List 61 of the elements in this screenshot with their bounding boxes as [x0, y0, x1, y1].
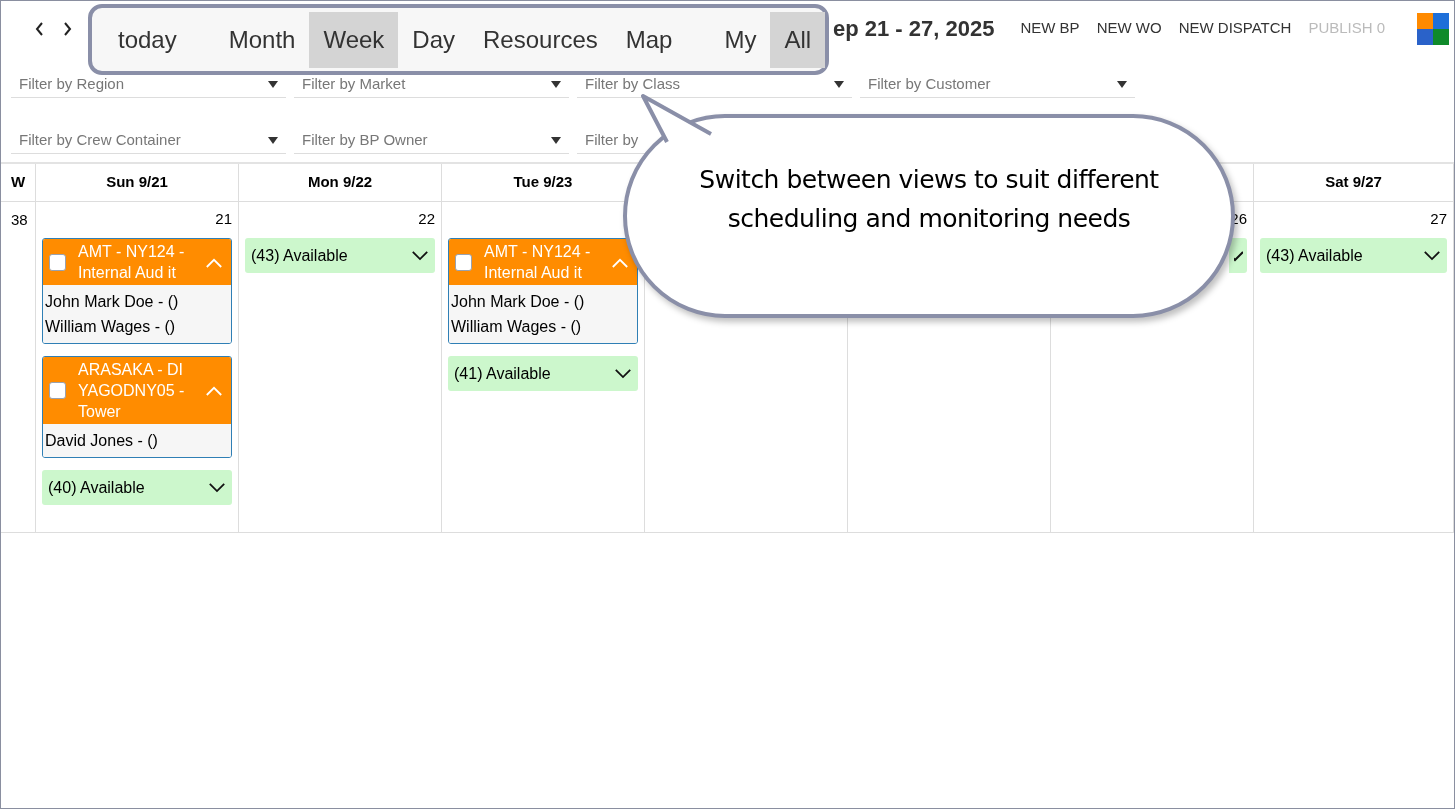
column-header: Mon 9/22 — [239, 164, 442, 202]
event-title: ARASAKA - DI YAGODNY05 - Tower — [77, 360, 186, 422]
column-header: Sun 9/21 — [36, 164, 239, 202]
available-label: (43) Available — [251, 245, 348, 266]
available-label: (40) Available — [48, 477, 145, 498]
available-bar[interactable] — [1229, 238, 1247, 273]
event-card[interactable]: ARASAKA - DI YAGODNY05 - Tower David Jones - () — [42, 356, 232, 458]
view-tab[interactable]: My — [710, 11, 771, 68]
filter-dropdown[interactable]: Filter by Crew Container — [11, 130, 286, 154]
dropdown-caret-icon — [834, 80, 844, 88]
dropdown-caret-icon — [1117, 80, 1127, 88]
crew-member: David Jones - () — [45, 431, 159, 451]
crew-member: William Wages - () — [451, 317, 583, 337]
checkbox[interactable] — [49, 253, 66, 271]
available-bar[interactable]: (41) Available — [448, 356, 638, 391]
date-range-title: ep 21 - 27, 2025 — [833, 15, 995, 43]
chevron-down-icon[interactable] — [411, 250, 429, 261]
dropdown-caret-icon — [551, 136, 561, 144]
dropdown-caret-icon — [551, 80, 561, 88]
crew-member: John Mark Doe - () — [45, 292, 180, 312]
view-tab[interactable]: Map — [611, 11, 687, 68]
available-bar[interactable]: (43) Available — [245, 238, 435, 273]
checkbox[interactable] — [49, 382, 66, 399]
week-number: 38 — [11, 211, 28, 228]
column-header: W — [1, 164, 36, 202]
logo-icon — [1417, 12, 1449, 45]
crew-member: William Wages - () — [45, 317, 177, 337]
event-card[interactable]: AMT - NY124 - Internal Aud it John Mark Doe - () William Wages - () — [448, 238, 638, 344]
filter-dropdown[interactable]: Filter by BP Owner — [294, 130, 569, 154]
available-label: (41) Available — [454, 363, 551, 384]
toolbar-button[interactable]: NEW BP — [1020, 17, 1080, 40]
event-title: AMT - NY124 - Internal Aud it — [483, 242, 592, 283]
event-card[interactable]: AMT - NY124 - Internal Aud it John Mark Doe - () William Wages - () — [42, 238, 232, 344]
checkbox[interactable] — [455, 253, 472, 271]
available-label: (43) Available — [1266, 245, 1363, 266]
day-number: 22 — [418, 209, 435, 226]
available-bar[interactable]: (40) Available — [42, 470, 232, 505]
next-icon[interactable] — [63, 21, 73, 36]
view-tab[interactable]: Day — [398, 11, 470, 68]
toolbar-button[interactable]: NEW WO — [1096, 17, 1162, 40]
view-tab[interactable]: Week — [309, 11, 399, 68]
view-tab[interactable]: All — [770, 11, 826, 68]
chevron-down-icon[interactable] — [1423, 250, 1441, 261]
day-number: 27 — [1430, 209, 1447, 226]
view-tab[interactable]: Resources — [469, 11, 612, 68]
chevron-down-icon[interactable] — [1234, 249, 1243, 262]
day-number: 21 — [215, 209, 232, 226]
view-tab[interactable]: Month — [214, 11, 310, 68]
event-title: AMT - NY124 - Internal Aud it — [77, 242, 186, 283]
filter-dropdown[interactable]: Filter by Customer — [860, 74, 1135, 98]
dropdown-caret-icon — [268, 80, 278, 88]
view-tab[interactable]: today — [104, 11, 191, 68]
chevron-down-icon[interactable] — [208, 482, 226, 493]
crew-member: John Mark Doe - () — [451, 292, 586, 312]
toolbar-button[interactable]: NEW DISPATCH — [1178, 17, 1292, 40]
dropdown-caret-icon — [268, 136, 278, 144]
previous-icon[interactable] — [34, 21, 44, 36]
available-bar[interactable]: (43) Available — [1260, 238, 1447, 273]
chevron-down-icon[interactable] — [614, 368, 632, 379]
callout-text: Switch between views to suit different scheduling and monitoring needs — [699, 164, 1159, 235]
column-header: Sat 9/27 — [1254, 164, 1454, 202]
